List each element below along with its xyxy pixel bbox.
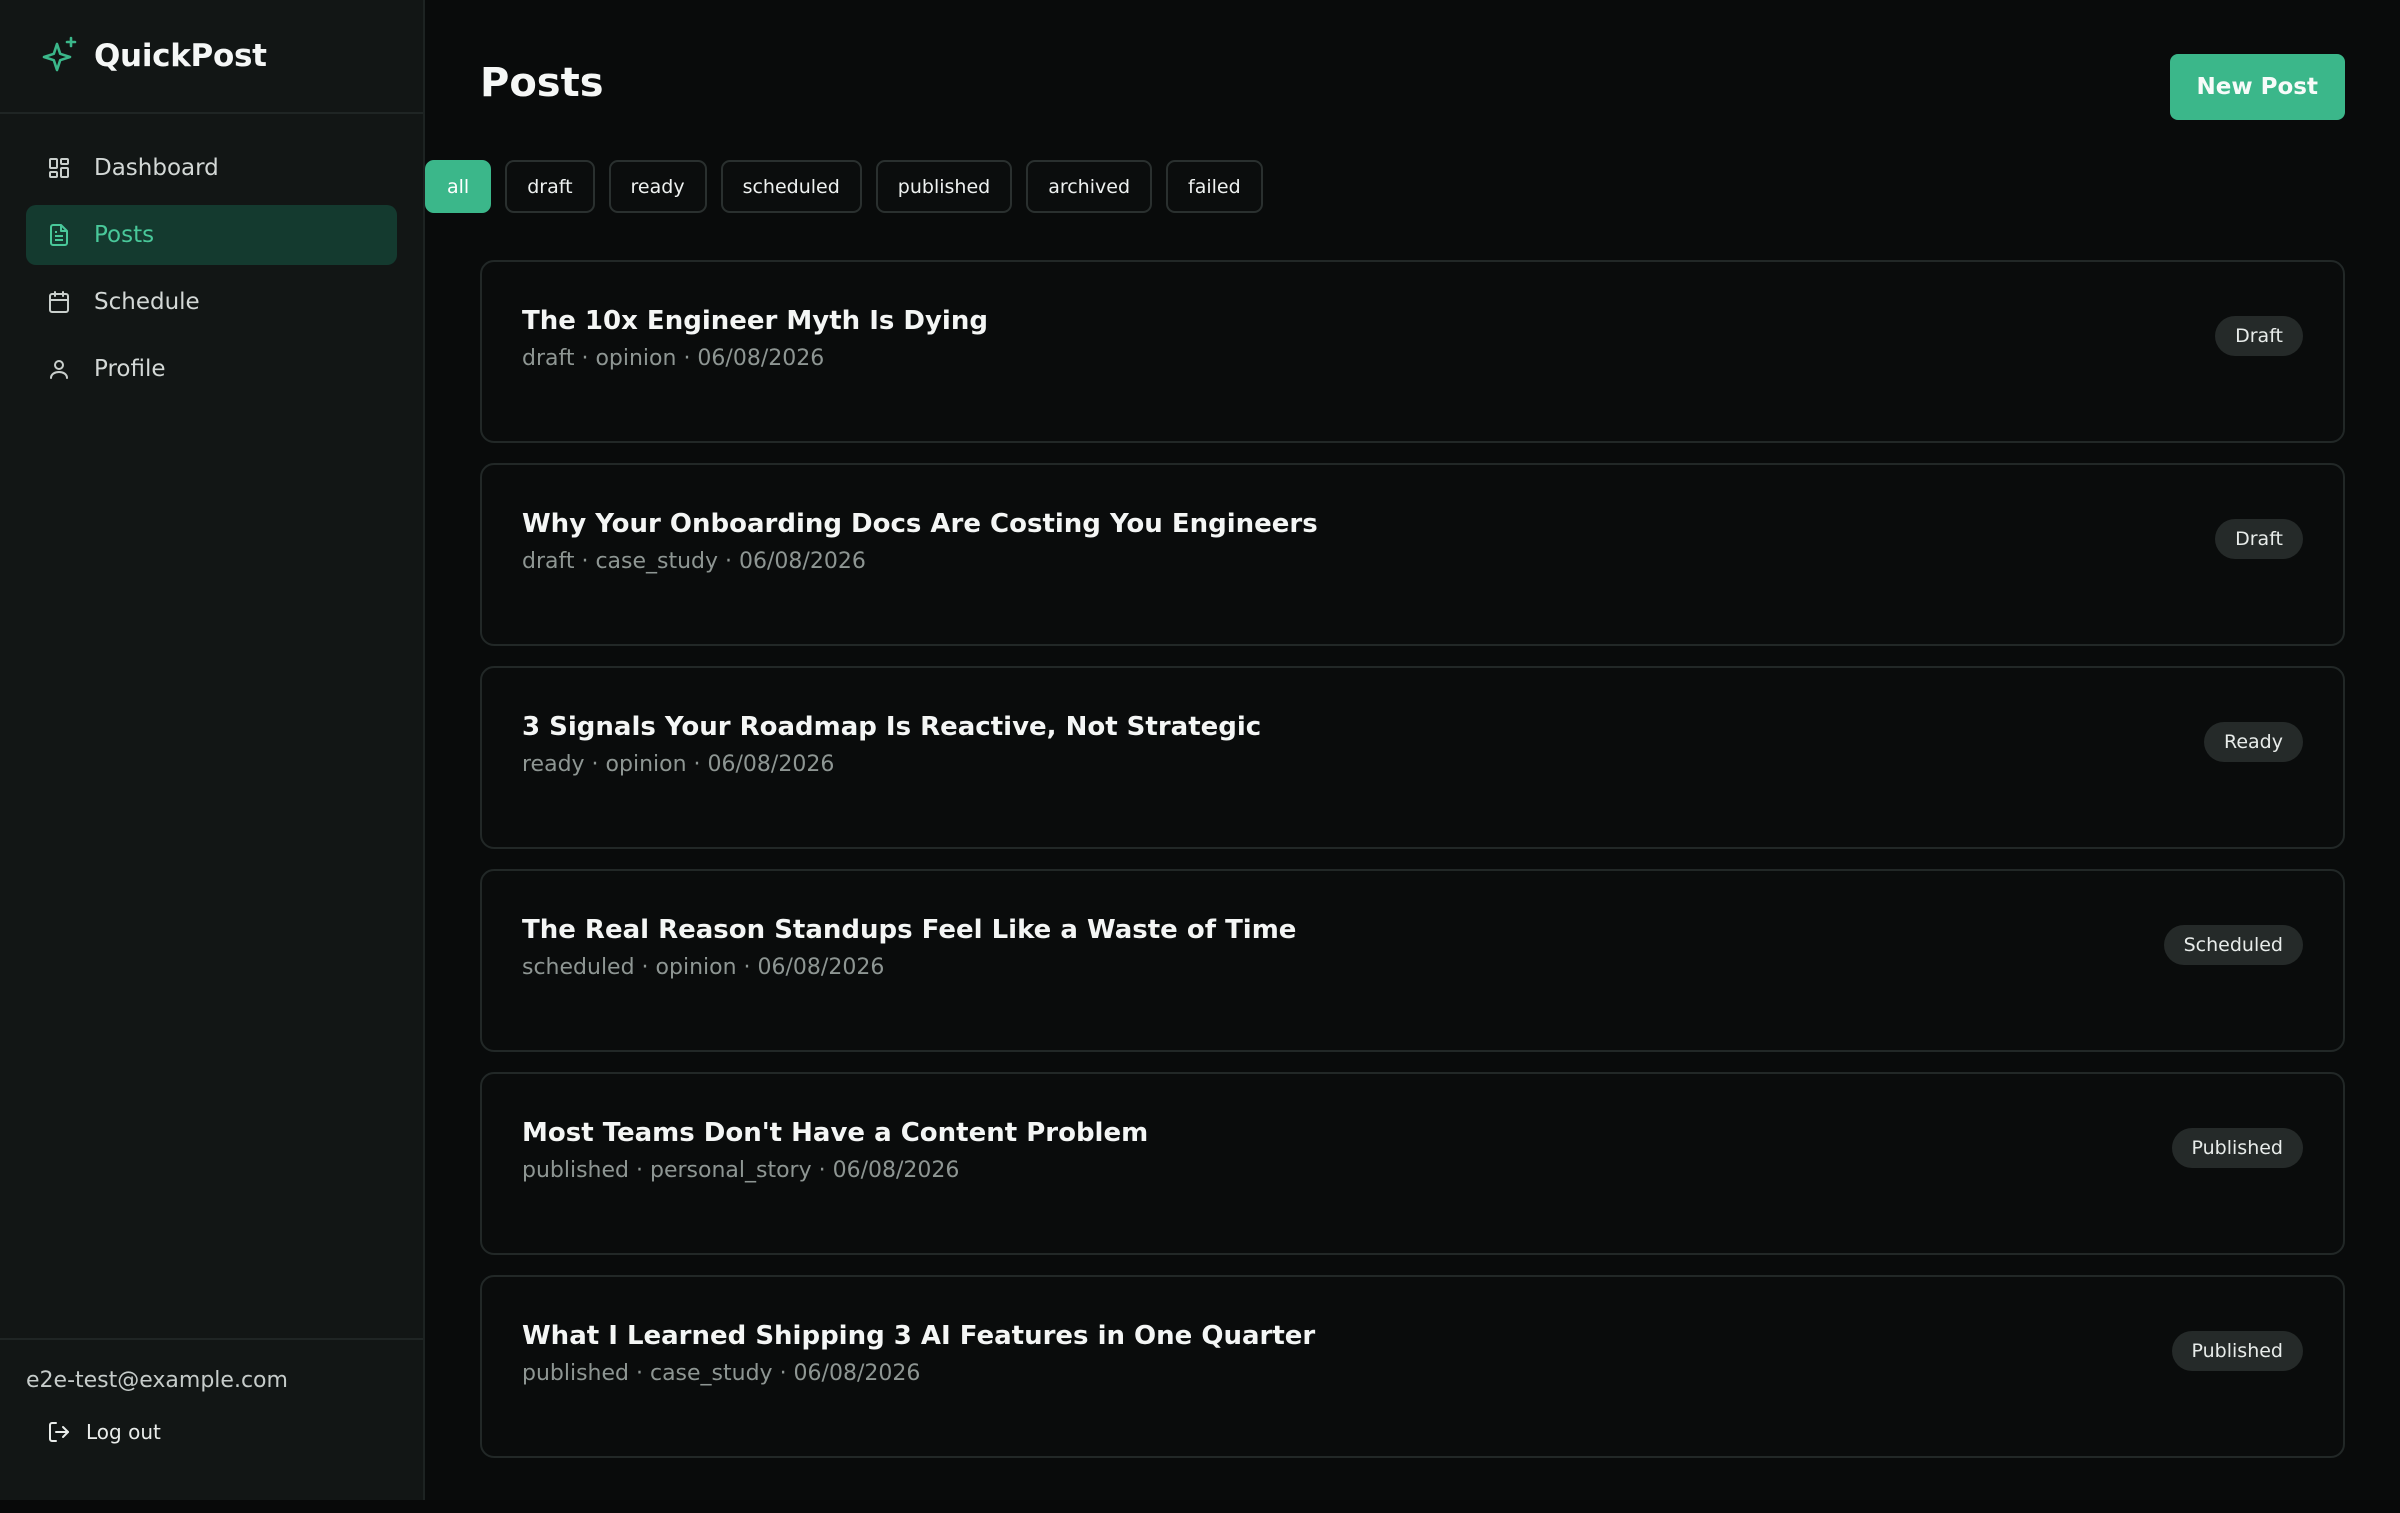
post-card[interactable]: 3 Signals Your Roadmap Is Reactive, Not … (480, 666, 2345, 849)
sidebar-item-label: Posts (94, 222, 155, 248)
filter-chip-archived[interactable]: archived (1026, 160, 1153, 213)
sidebar: QuickPost Dashboard Posts Schedule Profi… (0, 0, 425, 1500)
layout-grid-icon (46, 155, 72, 181)
status-filter-bar: all draft ready scheduled published arch… (425, 160, 1263, 213)
filter-chip-scheduled[interactable]: scheduled (720, 160, 862, 213)
post-meta: published · personal_story · 06/08/2026 (522, 1158, 960, 1183)
status-badge: Ready (2204, 722, 2303, 762)
brand[interactable]: QuickPost (0, 0, 423, 114)
status-badge: Draft (2215, 316, 2303, 356)
post-title: Why Your Onboarding Docs Are Costing You… (522, 509, 1318, 539)
post-card[interactable]: The 10x Engineer Myth Is Dying draft · o… (480, 260, 2345, 443)
sidebar-item-label: Schedule (94, 289, 200, 315)
status-badge: Scheduled (2163, 925, 2303, 965)
sidebar-item-label: Dashboard (94, 155, 219, 181)
post-card[interactable]: Why Your Onboarding Docs Are Costing You… (480, 463, 2345, 646)
status-badge: Published (2171, 1128, 2303, 1168)
post-meta: draft · case_study · 06/08/2026 (522, 549, 866, 574)
post-list: The 10x Engineer Myth Is Dying draft · o… (480, 260, 2345, 1478)
filter-chip-failed[interactable]: failed (1166, 160, 1263, 213)
sidebar-item-profile[interactable]: Profile (26, 339, 397, 399)
window-bottom-edge (0, 1500, 2400, 1513)
logout-button[interactable]: Log out (46, 1419, 176, 1445)
sidebar-item-dashboard[interactable]: Dashboard (26, 138, 397, 198)
sidebar-item-schedule[interactable]: Schedule (26, 272, 397, 332)
post-meta: ready · opinion · 06/08/2026 (522, 752, 835, 777)
app-name: QuickPost (94, 38, 267, 74)
new-post-button[interactable]: New Post (2169, 54, 2345, 120)
post-title: The Real Reason Standups Feel Like a Was… (522, 915, 1297, 945)
page-header: Posts New Post (480, 0, 2345, 172)
filter-chip-draft[interactable]: draft (505, 160, 595, 213)
page-title: Posts (480, 60, 604, 106)
filter-chip-ready[interactable]: ready (608, 160, 707, 213)
status-badge: Draft (2215, 519, 2303, 559)
sidebar-item-posts[interactable]: Posts (26, 205, 397, 265)
post-meta: draft · opinion · 06/08/2026 (522, 346, 825, 371)
sidebar-footer: e2e-test@example.com Log out (0, 1338, 423, 1445)
sidebar-nav: Dashboard Posts Schedule Profile (0, 114, 423, 399)
user-email: e2e-test@example.com (26, 1368, 288, 1393)
post-card[interactable]: What I Learned Shipping 3 AI Features in… (480, 1275, 2345, 1458)
post-card[interactable]: Most Teams Don't Have a Content Problem … (480, 1072, 2345, 1255)
status-badge: Published (2171, 1331, 2303, 1371)
app-shell: QuickPost Dashboard Posts Schedule Profi… (0, 0, 2400, 1513)
sidebar-item-label: Profile (94, 356, 166, 382)
post-title: The 10x Engineer Myth Is Dying (522, 306, 988, 336)
post-title: What I Learned Shipping 3 AI Features in… (522, 1321, 1316, 1351)
post-meta: scheduled · opinion · 06/08/2026 (522, 955, 885, 980)
post-card[interactable]: The Real Reason Standups Feel Like a Was… (480, 869, 2345, 1052)
file-text-icon (46, 222, 72, 248)
log-out-icon (46, 1419, 72, 1445)
filter-chip-published[interactable]: published (875, 160, 1013, 213)
post-title: 3 Signals Your Roadmap Is Reactive, Not … (522, 712, 1262, 742)
sparkle-logo-icon (38, 34, 82, 78)
calendar-icon (46, 289, 72, 315)
post-meta: published · case_study · 06/08/2026 (522, 1361, 921, 1386)
logout-label: Log out (86, 1420, 161, 1444)
post-title: Most Teams Don't Have a Content Problem (522, 1118, 1149, 1148)
filter-chip-all[interactable]: all (425, 160, 492, 213)
user-icon (46, 356, 72, 382)
